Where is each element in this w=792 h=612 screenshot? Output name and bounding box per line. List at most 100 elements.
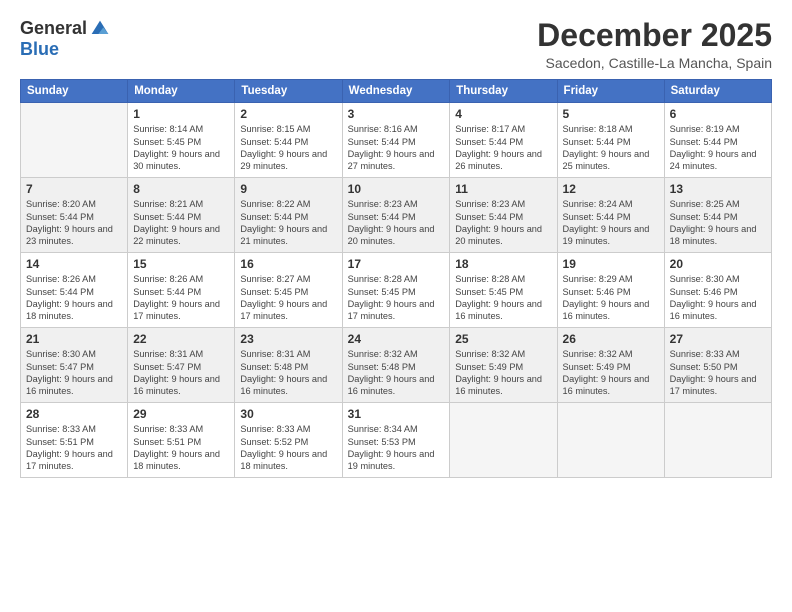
calendar-table: Sunday Monday Tuesday Wednesday Thursday… <box>20 79 772 478</box>
day-number: 7 <box>26 182 122 196</box>
calendar-cell: 5 Sunrise: 8:18 AM Sunset: 5:44 PM Daylig… <box>557 103 664 178</box>
day-number: 23 <box>240 332 336 346</box>
col-friday: Friday <box>557 80 664 103</box>
calendar-week-row: 21Sunrise: 8:30 AM Sunset: 5:47 PM Dayli… <box>21 328 772 403</box>
calendar-week-row: 28 Sunrise: 8:33 AM Sunset: 5:51 PM Dayli… <box>21 403 772 478</box>
day-number: 19 <box>563 257 659 271</box>
page: General Blue December 2025 Sacedon, Cast… <box>0 0 792 612</box>
day-number: 25 <box>455 332 551 346</box>
day-info: Sunrise: 8:18 AM Sunset: 5:44 PM Dayligh… <box>563 123 659 173</box>
calendar-cell: 17 Sunrise: 8:28 AM Sunset: 5:45 PM Dayli… <box>342 253 450 328</box>
calendar-cell: 2 Sunrise: 8:15 AM Sunset: 5:44 PM Daylig… <box>235 103 342 178</box>
calendar-cell: 6 Sunrise: 8:19 AM Sunset: 5:44 PM Daylig… <box>664 103 771 178</box>
calendar-header-row: Sunday Monday Tuesday Wednesday Thursday… <box>21 80 772 103</box>
logo: General Blue <box>20 18 110 60</box>
day-info: Sunrise: 8:34 AM Sunset: 5:53 PM Dayligh… <box>348 423 445 473</box>
calendar-cell: 25Sunrise: 8:32 AM Sunset: 5:49 PM Dayli… <box>450 328 557 403</box>
calendar-cell: 26Sunrise: 8:32 AM Sunset: 5:49 PM Dayli… <box>557 328 664 403</box>
calendar-cell <box>21 103 128 178</box>
day-info: Sunrise: 8:33 AM Sunset: 5:51 PM Dayligh… <box>26 423 122 473</box>
calendar-cell: 7 Sunrise: 8:20 AM Sunset: 5:44 PM Daylig… <box>21 178 128 253</box>
calendar-cell: 20Sunrise: 8:30 AM Sunset: 5:46 PM Dayli… <box>664 253 771 328</box>
day-number: 20 <box>670 257 766 271</box>
col-wednesday: Wednesday <box>342 80 450 103</box>
day-number: 21 <box>26 332 122 346</box>
calendar-cell: 12 Sunrise: 8:24 AM Sunset: 5:44 PM Dayli… <box>557 178 664 253</box>
day-info: Sunrise: 8:22 AM Sunset: 5:44 PM Dayligh… <box>240 198 336 248</box>
month-title: December 2025 <box>537 18 772 53</box>
calendar-cell: 4 Sunrise: 8:17 AM Sunset: 5:44 PM Daylig… <box>450 103 557 178</box>
day-number: 4 <box>455 107 551 121</box>
day-info: Sunrise: 8:16 AM Sunset: 5:44 PM Dayligh… <box>348 123 445 173</box>
day-info: Sunrise: 8:27 AM Sunset: 5:45 PM Dayligh… <box>240 273 336 323</box>
calendar-cell: 23 Sunrise: 8:31 AM Sunset: 5:48 PM Dayli… <box>235 328 342 403</box>
day-info: Sunrise: 8:28 AM Sunset: 5:45 PM Dayligh… <box>455 273 551 323</box>
day-info: Sunrise: 8:20 AM Sunset: 5:44 PM Dayligh… <box>26 198 122 248</box>
day-number: 31 <box>348 407 445 421</box>
calendar-cell <box>664 403 771 478</box>
calendar-cell: 3 Sunrise: 8:16 AM Sunset: 5:44 PM Daylig… <box>342 103 450 178</box>
day-info: Sunrise: 8:33 AM Sunset: 5:52 PM Dayligh… <box>240 423 336 473</box>
location-title: Sacedon, Castille-La Mancha, Spain <box>537 55 772 71</box>
calendar-cell: 19 Sunrise: 8:29 AM Sunset: 5:46 PM Dayli… <box>557 253 664 328</box>
day-info: Sunrise: 8:26 AM Sunset: 5:44 PM Dayligh… <box>133 273 229 323</box>
day-number: 2 <box>240 107 336 121</box>
day-info: Sunrise: 8:28 AM Sunset: 5:45 PM Dayligh… <box>348 273 445 323</box>
logo-general-text: General <box>20 18 87 39</box>
calendar-week-row: 14 Sunrise: 8:26 AM Sunset: 5:44 PM Dayli… <box>21 253 772 328</box>
day-number: 14 <box>26 257 122 271</box>
day-info: Sunrise: 8:31 AM Sunset: 5:47 PM Dayligh… <box>133 348 229 398</box>
day-number: 26 <box>563 332 659 346</box>
day-info: Sunrise: 8:26 AM Sunset: 5:44 PM Dayligh… <box>26 273 122 323</box>
day-number: 1 <box>133 107 229 121</box>
day-number: 5 <box>563 107 659 121</box>
col-monday: Monday <box>128 80 235 103</box>
calendar-cell <box>557 403 664 478</box>
day-number: 10 <box>348 182 445 196</box>
day-number: 6 <box>670 107 766 121</box>
logo-icon <box>90 19 110 39</box>
calendar-cell: 1 Sunrise: 8:14 AM Sunset: 5:45 PM Daylig… <box>128 103 235 178</box>
day-number: 3 <box>348 107 445 121</box>
calendar-week-row: 7 Sunrise: 8:20 AM Sunset: 5:44 PM Daylig… <box>21 178 772 253</box>
calendar-week-row: 1 Sunrise: 8:14 AM Sunset: 5:45 PM Daylig… <box>21 103 772 178</box>
day-number: 18 <box>455 257 551 271</box>
calendar-cell: 24 Sunrise: 8:32 AM Sunset: 5:48 PM Dayli… <box>342 328 450 403</box>
day-info: Sunrise: 8:23 AM Sunset: 5:44 PM Dayligh… <box>348 198 445 248</box>
col-thursday: Thursday <box>450 80 557 103</box>
day-info: Sunrise: 8:24 AM Sunset: 5:44 PM Dayligh… <box>563 198 659 248</box>
day-number: 13 <box>670 182 766 196</box>
calendar-cell: 21Sunrise: 8:30 AM Sunset: 5:47 PM Dayli… <box>21 328 128 403</box>
day-info: Sunrise: 8:31 AM Sunset: 5:48 PM Dayligh… <box>240 348 336 398</box>
col-saturday: Saturday <box>664 80 771 103</box>
day-number: 28 <box>26 407 122 421</box>
calendar-cell: 16 Sunrise: 8:27 AM Sunset: 5:45 PM Dayli… <box>235 253 342 328</box>
day-info: Sunrise: 8:14 AM Sunset: 5:45 PM Dayligh… <box>133 123 229 173</box>
day-info: Sunrise: 8:19 AM Sunset: 5:44 PM Dayligh… <box>670 123 766 173</box>
calendar-cell: 10 Sunrise: 8:23 AM Sunset: 5:44 PM Dayli… <box>342 178 450 253</box>
day-number: 12 <box>563 182 659 196</box>
title-section: December 2025 Sacedon, Castille-La Manch… <box>537 18 772 71</box>
day-info: Sunrise: 8:32 AM Sunset: 5:48 PM Dayligh… <box>348 348 445 398</box>
calendar-cell: 27Sunrise: 8:33 AM Sunset: 5:50 PM Dayli… <box>664 328 771 403</box>
day-info: Sunrise: 8:17 AM Sunset: 5:44 PM Dayligh… <box>455 123 551 173</box>
col-tuesday: Tuesday <box>235 80 342 103</box>
header: General Blue December 2025 Sacedon, Cast… <box>20 18 772 71</box>
day-number: 16 <box>240 257 336 271</box>
day-info: Sunrise: 8:21 AM Sunset: 5:44 PM Dayligh… <box>133 198 229 248</box>
calendar-cell: 15Sunrise: 8:26 AM Sunset: 5:44 PM Dayli… <box>128 253 235 328</box>
calendar-cell: 13Sunrise: 8:25 AM Sunset: 5:44 PM Dayli… <box>664 178 771 253</box>
calendar-cell: 22Sunrise: 8:31 AM Sunset: 5:47 PM Dayli… <box>128 328 235 403</box>
calendar-cell: 11Sunrise: 8:23 AM Sunset: 5:44 PM Dayli… <box>450 178 557 253</box>
day-info: Sunrise: 8:29 AM Sunset: 5:46 PM Dayligh… <box>563 273 659 323</box>
calendar-cell: 31 Sunrise: 8:34 AM Sunset: 5:53 PM Dayli… <box>342 403 450 478</box>
day-number: 24 <box>348 332 445 346</box>
day-info: Sunrise: 8:15 AM Sunset: 5:44 PM Dayligh… <box>240 123 336 173</box>
day-number: 29 <box>133 407 229 421</box>
day-info: Sunrise: 8:23 AM Sunset: 5:44 PM Dayligh… <box>455 198 551 248</box>
day-number: 17 <box>348 257 445 271</box>
calendar-cell: 14 Sunrise: 8:26 AM Sunset: 5:44 PM Dayli… <box>21 253 128 328</box>
calendar-cell: 8Sunrise: 8:21 AM Sunset: 5:44 PM Daylig… <box>128 178 235 253</box>
calendar-cell: 28 Sunrise: 8:33 AM Sunset: 5:51 PM Dayli… <box>21 403 128 478</box>
day-info: Sunrise: 8:33 AM Sunset: 5:50 PM Dayligh… <box>670 348 766 398</box>
